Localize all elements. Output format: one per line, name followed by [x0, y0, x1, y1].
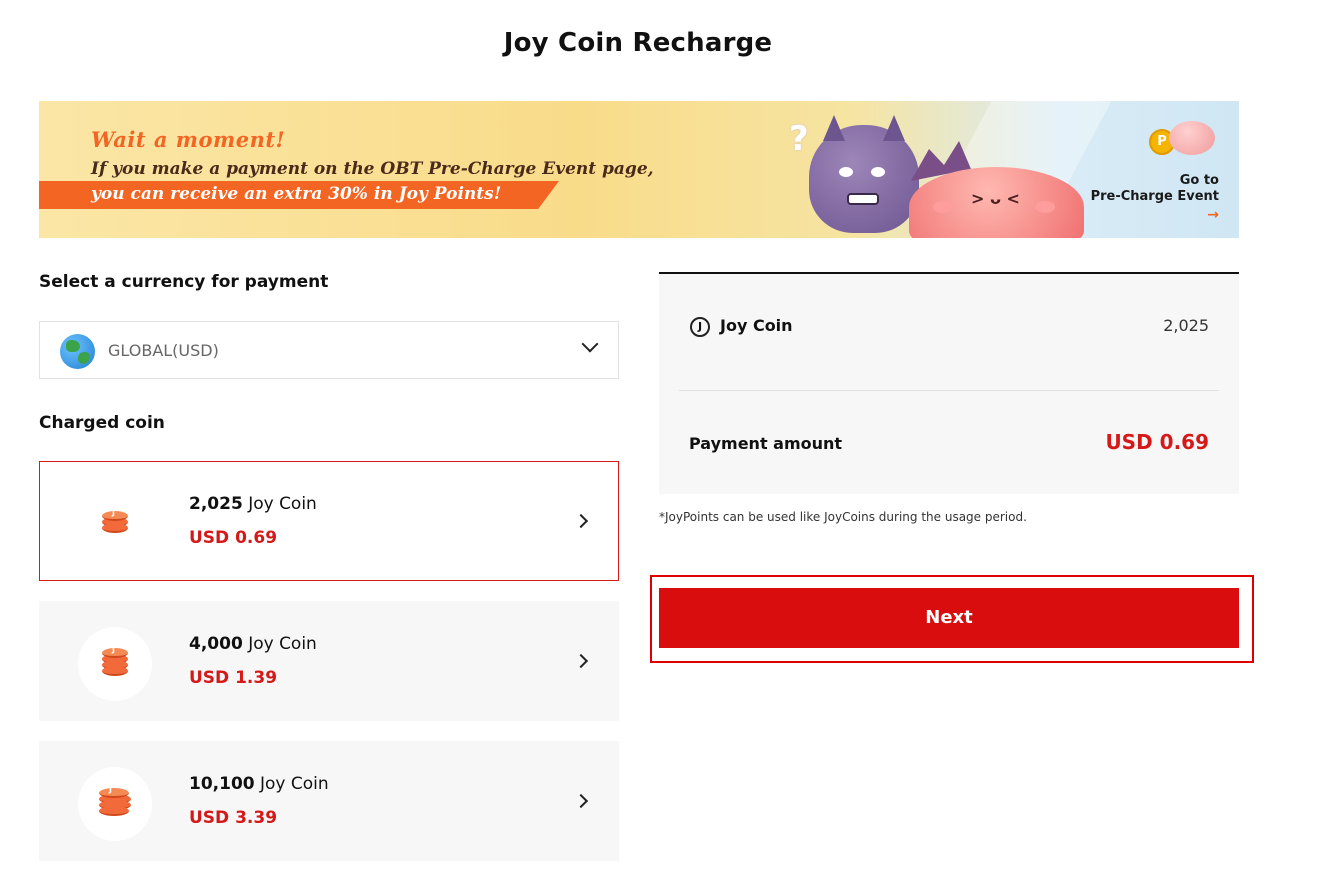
next-button[interactable]: Next: [659, 588, 1239, 648]
coin-amount-number: 4,000: [189, 634, 243, 654]
pink-mascot-illustration: > ᴗ <: [909, 167, 1084, 238]
coin-amount-number: 10,100: [189, 774, 255, 794]
summary-coin-label: Joy Coin: [720, 316, 793, 335]
coin-amount: 2,025 Joy Coin: [189, 494, 317, 514]
coin-unit: Joy Coin: [248, 634, 317, 654]
coin-stack-icon: [99, 785, 131, 816]
banner-text-line: If you make a payment on the OBT Pre-Cha…: [91, 159, 654, 179]
coin-price: USD 3.39: [189, 808, 278, 828]
coin-unit: Joy Coin: [260, 774, 329, 794]
coin-option-card[interactable]: 2,025 Joy Coin USD 0.69: [39, 461, 619, 581]
banner-highlight-text: you can receive an extra 30% in Joy Poin…: [91, 184, 502, 204]
page-title: Joy Coin Recharge: [503, 28, 773, 58]
globe-icon: [60, 334, 95, 369]
arrow-right-icon: →: [1207, 207, 1219, 223]
coin-option-card[interactable]: 10,100 Joy Coin USD 3.39: [39, 741, 619, 861]
currency-selected-value: GLOBAL(USD): [108, 341, 219, 360]
payment-amount-value: USD 0.69: [1105, 430, 1209, 454]
joypoints-note: *JoyPoints can be used like JoyCoins dur…: [659, 510, 1027, 524]
summary-divider: [679, 390, 1219, 391]
charged-coin-section-label: Charged coin: [39, 413, 165, 433]
currency-section-label: Select a currency for payment: [39, 272, 329, 292]
coin-unit: Joy Coin: [248, 494, 317, 514]
purple-mascot-illustration: [809, 115, 919, 233]
summary-coin-value: 2,025: [1163, 316, 1209, 335]
coin-amount-number: 2,025: [189, 494, 243, 514]
order-summary-panel: J Joy Coin 2,025 Payment amount USD 0.69: [659, 272, 1239, 494]
pre-charge-event-banner[interactable]: Wait a moment! If you make a payment on …: [39, 101, 1239, 238]
chevron-right-icon: [573, 653, 589, 669]
coin-price: USD 0.69: [189, 528, 278, 548]
payment-amount-label: Payment amount: [689, 434, 843, 453]
coin-icon-circle: [78, 627, 152, 701]
coin-amount: 4,000 Joy Coin: [189, 634, 317, 654]
currency-dropdown[interactable]: GLOBAL(USD): [39, 321, 619, 379]
mini-mascot-illustration: [1169, 121, 1215, 155]
coin-icon-circle: [78, 767, 152, 841]
coin-price: USD 1.39: [189, 668, 278, 688]
goto-pre-charge-link[interactable]: Go to Pre-Charge Event: [1091, 173, 1219, 205]
coin-stack-icon: [102, 645, 128, 676]
coin-amount: 10,100 Joy Coin: [189, 774, 329, 794]
joy-coin-icon: J: [690, 317, 710, 337]
coin-stack-icon: [102, 508, 128, 533]
goto-event-label: Pre-Charge Event: [1090, 189, 1219, 204]
coin-option-card[interactable]: 4,000 Joy Coin USD 1.39: [39, 601, 619, 721]
chevron-right-icon: [573, 793, 589, 809]
goto-label: Go to: [1179, 173, 1219, 188]
question-mark-icon: ?: [789, 119, 809, 159]
banner-headline: Wait a moment!: [91, 127, 286, 152]
chevron-down-icon: [581, 335, 599, 353]
chevron-right-icon: [573, 513, 589, 529]
coin-icon-circle: [78, 487, 152, 561]
